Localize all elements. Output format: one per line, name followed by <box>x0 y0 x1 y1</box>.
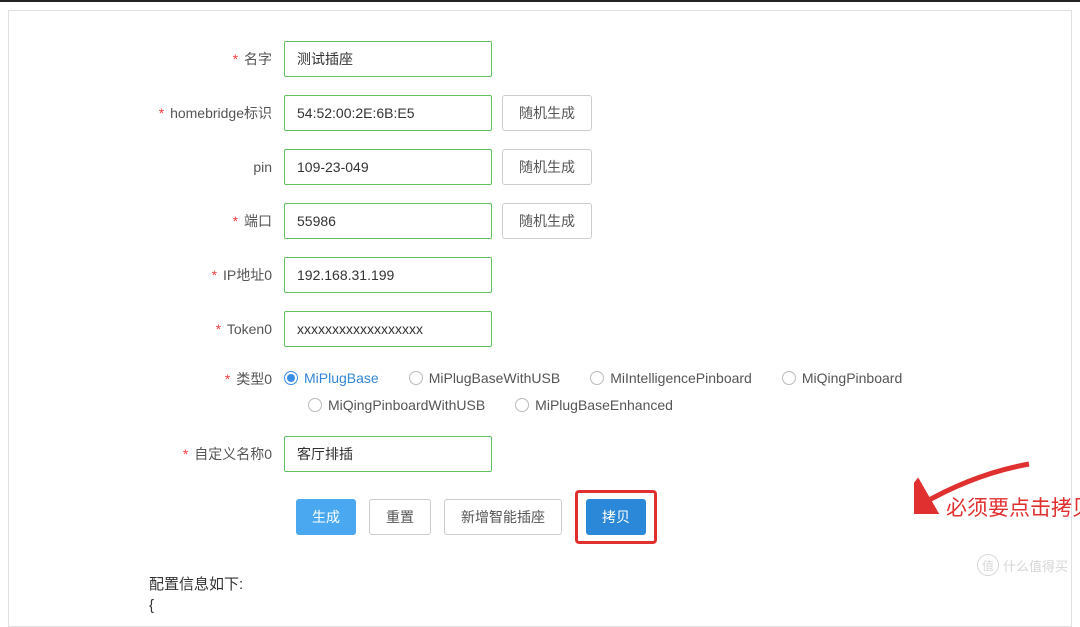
radio-label: MiIntelligencePinboard <box>610 365 752 392</box>
radio-icon <box>515 398 529 412</box>
label-ip: * IP地址0 <box>29 265 284 285</box>
radio-icon <box>284 371 298 385</box>
row-port: * 端口 随机生成 <box>29 203 1051 239</box>
action-row: 生成 重置 新增智能插座 拷贝 必须要点击拷贝复制配置文件 <box>296 490 1051 544</box>
row-ip: * IP地址0 <box>29 257 1051 293</box>
radio-miqingpinboard[interactable]: MiQingPinboard <box>782 365 902 392</box>
radio-label: MiQingPinboardWithUSB <box>328 392 485 419</box>
radio-miplugbasewithusb[interactable]: MiPlugBaseWithUSB <box>409 365 561 392</box>
config-info: 配置信息如下: { <box>149 574 1051 616</box>
homebridge-id-random-button[interactable]: 随机生成 <box>502 95 592 131</box>
row-homebridge-id: * homebridge标识 随机生成 <box>29 95 1051 131</box>
generate-button[interactable]: 生成 <box>296 499 356 535</box>
ip-input[interactable] <box>284 257 492 293</box>
row-pin: pin 随机生成 <box>29 149 1051 185</box>
label-type: * 类型0 <box>29 365 284 389</box>
row-token: * Token0 <box>29 311 1051 347</box>
radio-icon <box>409 371 423 385</box>
radio-icon <box>782 371 796 385</box>
homebridge-id-input[interactable] <box>284 95 492 131</box>
config-info-brace: { <box>149 595 1051 616</box>
token-input[interactable] <box>284 311 492 347</box>
custom-name-input[interactable] <box>284 436 492 472</box>
copy-button[interactable]: 拷贝 <box>586 499 646 535</box>
config-info-label: 配置信息如下: <box>149 574 1051 595</box>
watermark-text: 什么值得买 <box>1003 556 1068 575</box>
label-custom-name: * 自定义名称0 <box>29 444 284 464</box>
radio-label: MiPlugBase <box>304 365 379 392</box>
add-plug-button[interactable]: 新增智能插座 <box>444 499 562 535</box>
radio-label: MiPlugBaseWithUSB <box>429 365 561 392</box>
port-input[interactable] <box>284 203 492 239</box>
port-random-button[interactable]: 随机生成 <box>502 203 592 239</box>
config-form: * 名字 * homebridge标识 随机生成 pin 随机生成 * 端口 随… <box>8 10 1072 627</box>
label-token: * Token0 <box>29 321 284 337</box>
watermark-icon: 值 <box>977 554 999 576</box>
label-port: * 端口 <box>29 211 284 231</box>
watermark: 值 什么值得买 <box>977 554 1068 576</box>
name-input[interactable] <box>284 41 492 77</box>
radio-label: MiPlugBaseEnhanced <box>535 392 673 419</box>
row-name: * 名字 <box>29 41 1051 77</box>
radio-miqingpinboardwithusb[interactable]: MiQingPinboardWithUSB <box>308 392 485 419</box>
annotation-text: 必须要点击拷贝复制配置文件 <box>946 492 1080 522</box>
row-type: * 类型0 MiPlugBase MiPlugBaseWithUSB MiInt… <box>29 365 1051 418</box>
row-custom-name: * 自定义名称0 <box>29 436 1051 472</box>
type-radio-group: MiPlugBase MiPlugBaseWithUSB MiIntellige… <box>284 365 984 418</box>
copy-highlight-box: 拷贝 <box>575 490 657 544</box>
radio-miintelligencepinboard[interactable]: MiIntelligencePinboard <box>590 365 752 392</box>
pin-random-button[interactable]: 随机生成 <box>502 149 592 185</box>
radio-miplugbaseenhanced[interactable]: MiPlugBaseEnhanced <box>515 392 673 419</box>
label-name: * 名字 <box>29 49 284 69</box>
pin-input[interactable] <box>284 149 492 185</box>
radio-label: MiQingPinboard <box>802 365 902 392</box>
radio-miplugbase[interactable]: MiPlugBase <box>284 365 379 392</box>
label-homebridge-id: * homebridge标识 <box>29 103 284 123</box>
label-pin: pin <box>29 159 284 175</box>
radio-icon <box>308 398 322 412</box>
radio-icon <box>590 371 604 385</box>
reset-button[interactable]: 重置 <box>369 499 431 535</box>
